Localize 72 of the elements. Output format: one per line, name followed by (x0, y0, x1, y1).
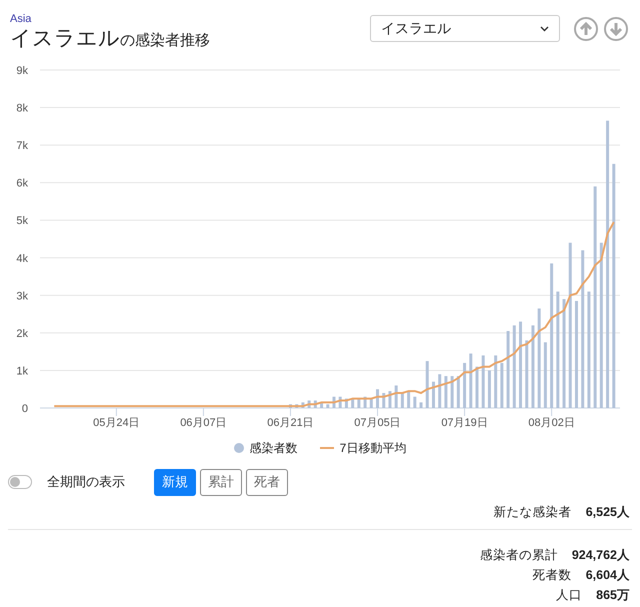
bar (494, 355, 498, 408)
bar (338, 396, 342, 408)
page-subtitle: の感染者推移 (120, 31, 210, 51)
stat-value: 6,525人 (586, 504, 630, 521)
bar (301, 402, 304, 408)
bar (370, 398, 373, 408)
bar (450, 376, 454, 408)
x-axis-label: 07月19日 (441, 417, 488, 429)
bar (438, 374, 442, 408)
page-title: イスラエル (10, 26, 120, 52)
x-axis-label: 06月21日 (267, 417, 314, 429)
y-axis-label: 2k (16, 328, 28, 340)
bar (500, 362, 504, 408)
bar (488, 370, 491, 408)
bar (432, 382, 435, 408)
stat-value: 924,762人 (572, 547, 630, 564)
legend-label[interactable]: 感染者数 (250, 439, 298, 457)
stat-label: 死者数 (532, 567, 572, 584)
y-axis-label: 7k (16, 140, 28, 152)
bar (332, 396, 336, 408)
bar (476, 366, 478, 408)
stat-label: 新たな感染者 (494, 504, 572, 521)
down-arrow-button[interactable] (604, 16, 628, 40)
x-axis-label: 08月02日 (528, 417, 575, 429)
bar (456, 376, 460, 408)
bar (314, 400, 317, 408)
toggle-label: 全期間の表示 (47, 473, 126, 492)
bar (469, 354, 472, 408)
bar (407, 391, 410, 408)
y-axis-label: 1k (16, 365, 28, 378)
y-axis-label: 0 (22, 403, 28, 415)
up-arrow-button[interactable] (574, 16, 598, 40)
tab[interactable]: 累計 (200, 468, 242, 496)
x-axis-label: 07月05日 (354, 417, 401, 429)
x-axis-label: 06月07日 (180, 417, 227, 429)
legend-label[interactable]: 7日移動平均 (340, 439, 406, 457)
y-axis-label: 9k (16, 65, 28, 77)
bar (357, 398, 360, 408)
stat-value: 6,604人 (586, 567, 630, 584)
bar (382, 392, 386, 408)
bar (426, 361, 429, 408)
bar (344, 398, 348, 408)
chevron-icon (540, 26, 549, 32)
bar (413, 396, 416, 408)
y-axis-label: 6k (16, 178, 28, 190)
bar (388, 391, 392, 408)
bar (394, 385, 398, 408)
x-axis-label: 05月24日 (93, 417, 140, 429)
y-axis-label: 8k (16, 102, 28, 115)
country-select[interactable]: イスラエル (370, 15, 560, 42)
bar (320, 402, 324, 408)
bar (463, 362, 466, 408)
tab[interactable]: 死者 (246, 468, 288, 496)
bar (444, 376, 448, 408)
tab[interactable]: 新規 (154, 468, 196, 496)
bar (364, 396, 367, 408)
bar (420, 402, 423, 408)
stat-value: 865万 (596, 587, 630, 604)
bar (482, 355, 485, 408)
stat-label: 人口 (556, 587, 582, 604)
stat-label: 感染者の累計 (480, 547, 558, 564)
y-axis-label: 4k (16, 252, 28, 265)
y-axis-label: 3k (16, 290, 28, 302)
bar (376, 389, 380, 408)
y-axis-label: 5k (16, 215, 28, 228)
toggle-switch[interactable] (8, 475, 32, 489)
bar (400, 392, 404, 408)
bar (351, 398, 354, 408)
bar (544, 342, 547, 408)
bar (525, 340, 528, 408)
region-link[interactable]: Asia (10, 12, 210, 26)
bar (308, 400, 311, 408)
